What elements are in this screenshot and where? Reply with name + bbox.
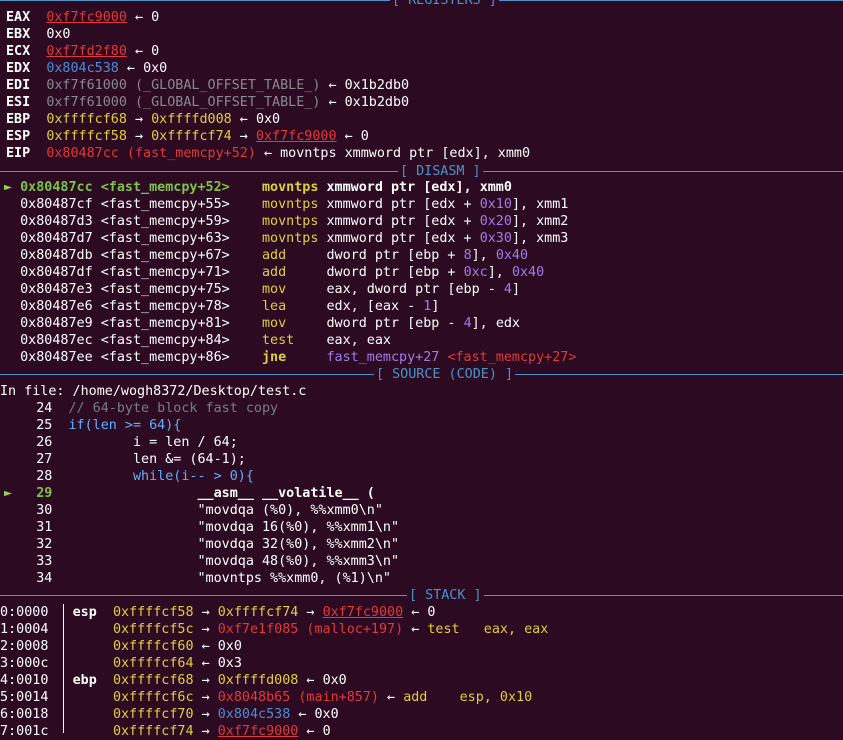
source-line[interactable]: 31 "movdqa 16(%0), %%xmm1\n" [4,519,399,536]
disasm-row[interactable]: 0x80487ec <fast_memcpy+84> test eax, eax [4,332,391,349]
registers-header: [ REGISTERS ] [0,0,843,9]
register-esi[interactable]: ESI 0xf7f61000 (_GLOBAL_OFFSET_TABLE_) ←… [6,94,409,111]
current-line-marker-icon: ► [4,486,13,501]
stack-row[interactable]: 02:0008 0xffffcf60 ← 0x0 [0,638,242,655]
stack-row[interactable]: 06:0018 0xffffcf70 → 0x804c538 ← 0x0 [0,706,339,723]
disasm-row[interactable]: 0x80487df <fast_memcpy+71> add dword ptr… [4,264,544,281]
stack-header-title: [ STACK ] [407,587,484,604]
disasm-row-current[interactable]: ► 0x80487cc <fast_memcpy+52> movntps xmm… [4,179,512,196]
register-ebx[interactable]: EBX 0x0 [6,26,71,43]
register-ecx[interactable]: ECX 0xf7fd2f80 ← 0 [6,43,159,60]
disasm-header: [ DISASM ] [0,163,843,180]
register-edi[interactable]: EDI 0xf7f61000 (_GLOBAL_OFFSET_TABLE_) ←… [6,77,409,94]
stack-row[interactable]: 01:0004 0xffffcf5c → 0xf7e1f085 (malloc+… [0,621,548,638]
disasm-row[interactable]: 0x80487d7 <fast_memcpy+63> movntps xmmwo… [4,230,568,247]
disasm-row[interactable]: 0x80487e3 <fast_memcpy+75> mov eax, dwor… [4,281,520,298]
source-line[interactable]: 26 i = len / 64; [4,434,238,451]
stack-row[interactable]: 07:001c 0xffffcf74 → 0xf7fc9000 ← 0 [0,723,331,740]
current-instruction-marker-icon: ► [4,180,13,195]
disasm-header-title: [ DISASM ] [398,163,483,180]
source-line[interactable]: 30 "movdqa (%0), %%xmm0\n" [4,502,383,519]
source-line[interactable]: 33 "movdqa 48(%0), %%xmm3\n" [4,553,399,570]
register-esp[interactable]: ESP 0xffffcf58 → 0xffffcf74 → 0xf7fc9000… [6,128,369,145]
register-ebp[interactable]: EBP 0xffffcf68 → 0xffffd008 ← 0x0 [6,111,280,128]
register-eip[interactable]: EIP 0x80487cc (fast_memcpy+52) ← movntps… [6,145,530,162]
disasm-row[interactable]: 0x80487d3 <fast_memcpy+59> movntps xmmwo… [4,213,568,230]
register-eax[interactable]: EAX 0xf7fc9000 ← 0 [6,9,159,26]
disasm-row[interactable]: 0x80487ee <fast_memcpy+86> jne fast_memc… [4,349,576,366]
source-file-path: In file: /home/wogh8372/Desktop/test.c [0,384,307,399]
source-line[interactable]: 24 // 64-byte block fast copy [4,400,278,417]
stack-header: [ STACK ] [0,587,843,604]
disasm-row[interactable]: 0x80487db <fast_memcpy+67> add dword ptr… [4,247,528,264]
registers-header-title: [ REGISTERS ] [390,0,499,9]
disasm-row[interactable]: 0x80487e6 <fast_memcpy+78> lea edx, [eax… [4,298,439,315]
source-line[interactable]: 32 "movdqa 32(%0), %%xmm2\n" [4,536,399,553]
source-line[interactable]: 28 while(i-- > 0){ [4,468,254,485]
stack-row[interactable]: 05:0014 0xffffcf6c → 0x8048b65 (main+857… [0,689,532,706]
register-edx[interactable]: EDX 0x804c538 ← 0x0 [6,60,167,77]
source-header: [ SOURCE (CODE) ] [0,366,843,383]
disasm-row[interactable]: 0x80487e9 <fast_memcpy+81> mov dword ptr… [4,315,520,332]
source-line-current[interactable]: ► 29 __asm__ __volatile__ ( [4,485,375,502]
stack-row[interactable]: 00:0000 esp 0xffffcf58 → 0xffffcf74 → 0x… [0,604,435,621]
stack-row[interactable]: 03:000c 0xffffcf64 ← 0x3 [0,655,242,672]
source-line[interactable]: 27 len &= (64-1); [4,451,246,468]
source-header-title: [ SOURCE (CODE) ] [374,366,516,383]
disasm-row[interactable]: 0x80487cf <fast_memcpy+55> movntps xmmwo… [4,196,568,213]
source-line[interactable]: 25 if(len >= 64){ [4,417,181,434]
stack-row[interactable]: 04:0010 ebp 0xffffcf68 → 0xffffd008 ← 0x… [0,672,347,689]
source-line[interactable]: 34 "movntps %%xmm0, (%1)\n" [4,570,391,587]
